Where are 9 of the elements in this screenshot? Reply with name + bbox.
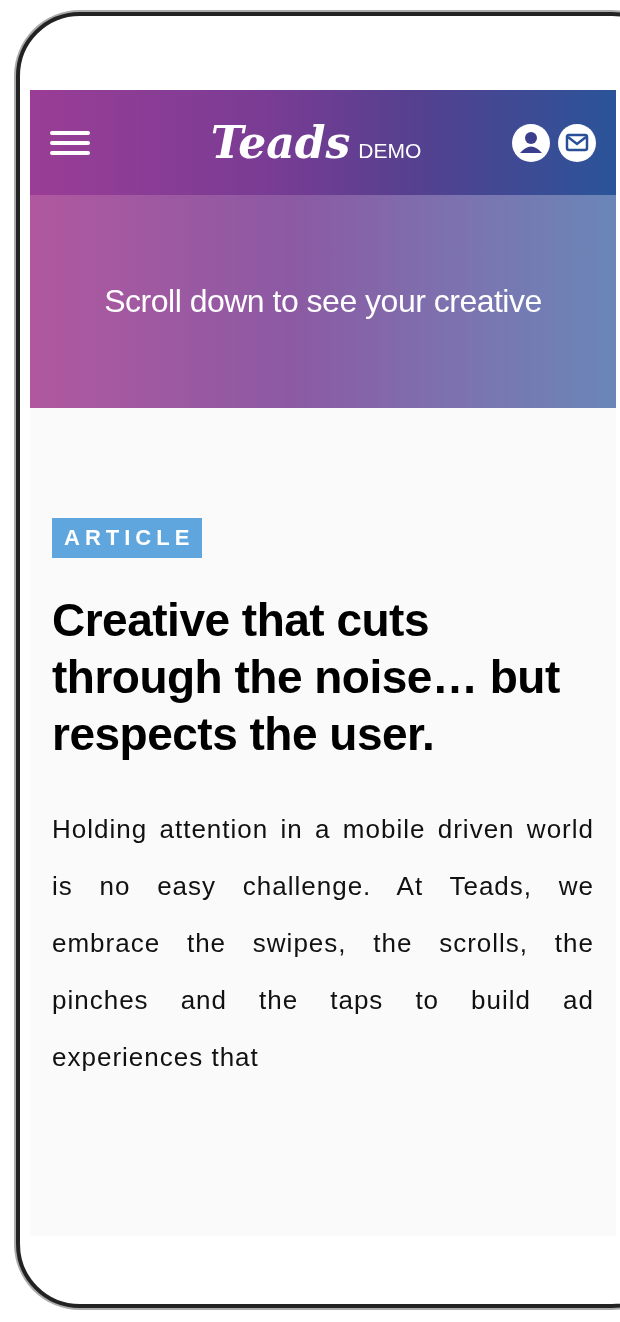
logo-suffix: DEMO (358, 139, 422, 163)
article-tag: ARTICLE (52, 518, 203, 558)
logo[interactable]: Teads (210, 117, 351, 168)
article-title: Creative that cuts through the noise… but respects the user. (52, 593, 561, 762)
article-body: Holding attention in a mobile driven world is no easy challenge. At Teads, we embrace the swipes, the scrolls, the pinches and the taps to build ad experiences that (52, 813, 594, 1074)
hero-text: Scroll down to see your creative (104, 283, 542, 320)
mail-icon[interactable] (558, 123, 596, 162)
menu-icon[interactable] (50, 128, 90, 157)
user-icon[interactable] (512, 123, 550, 162)
